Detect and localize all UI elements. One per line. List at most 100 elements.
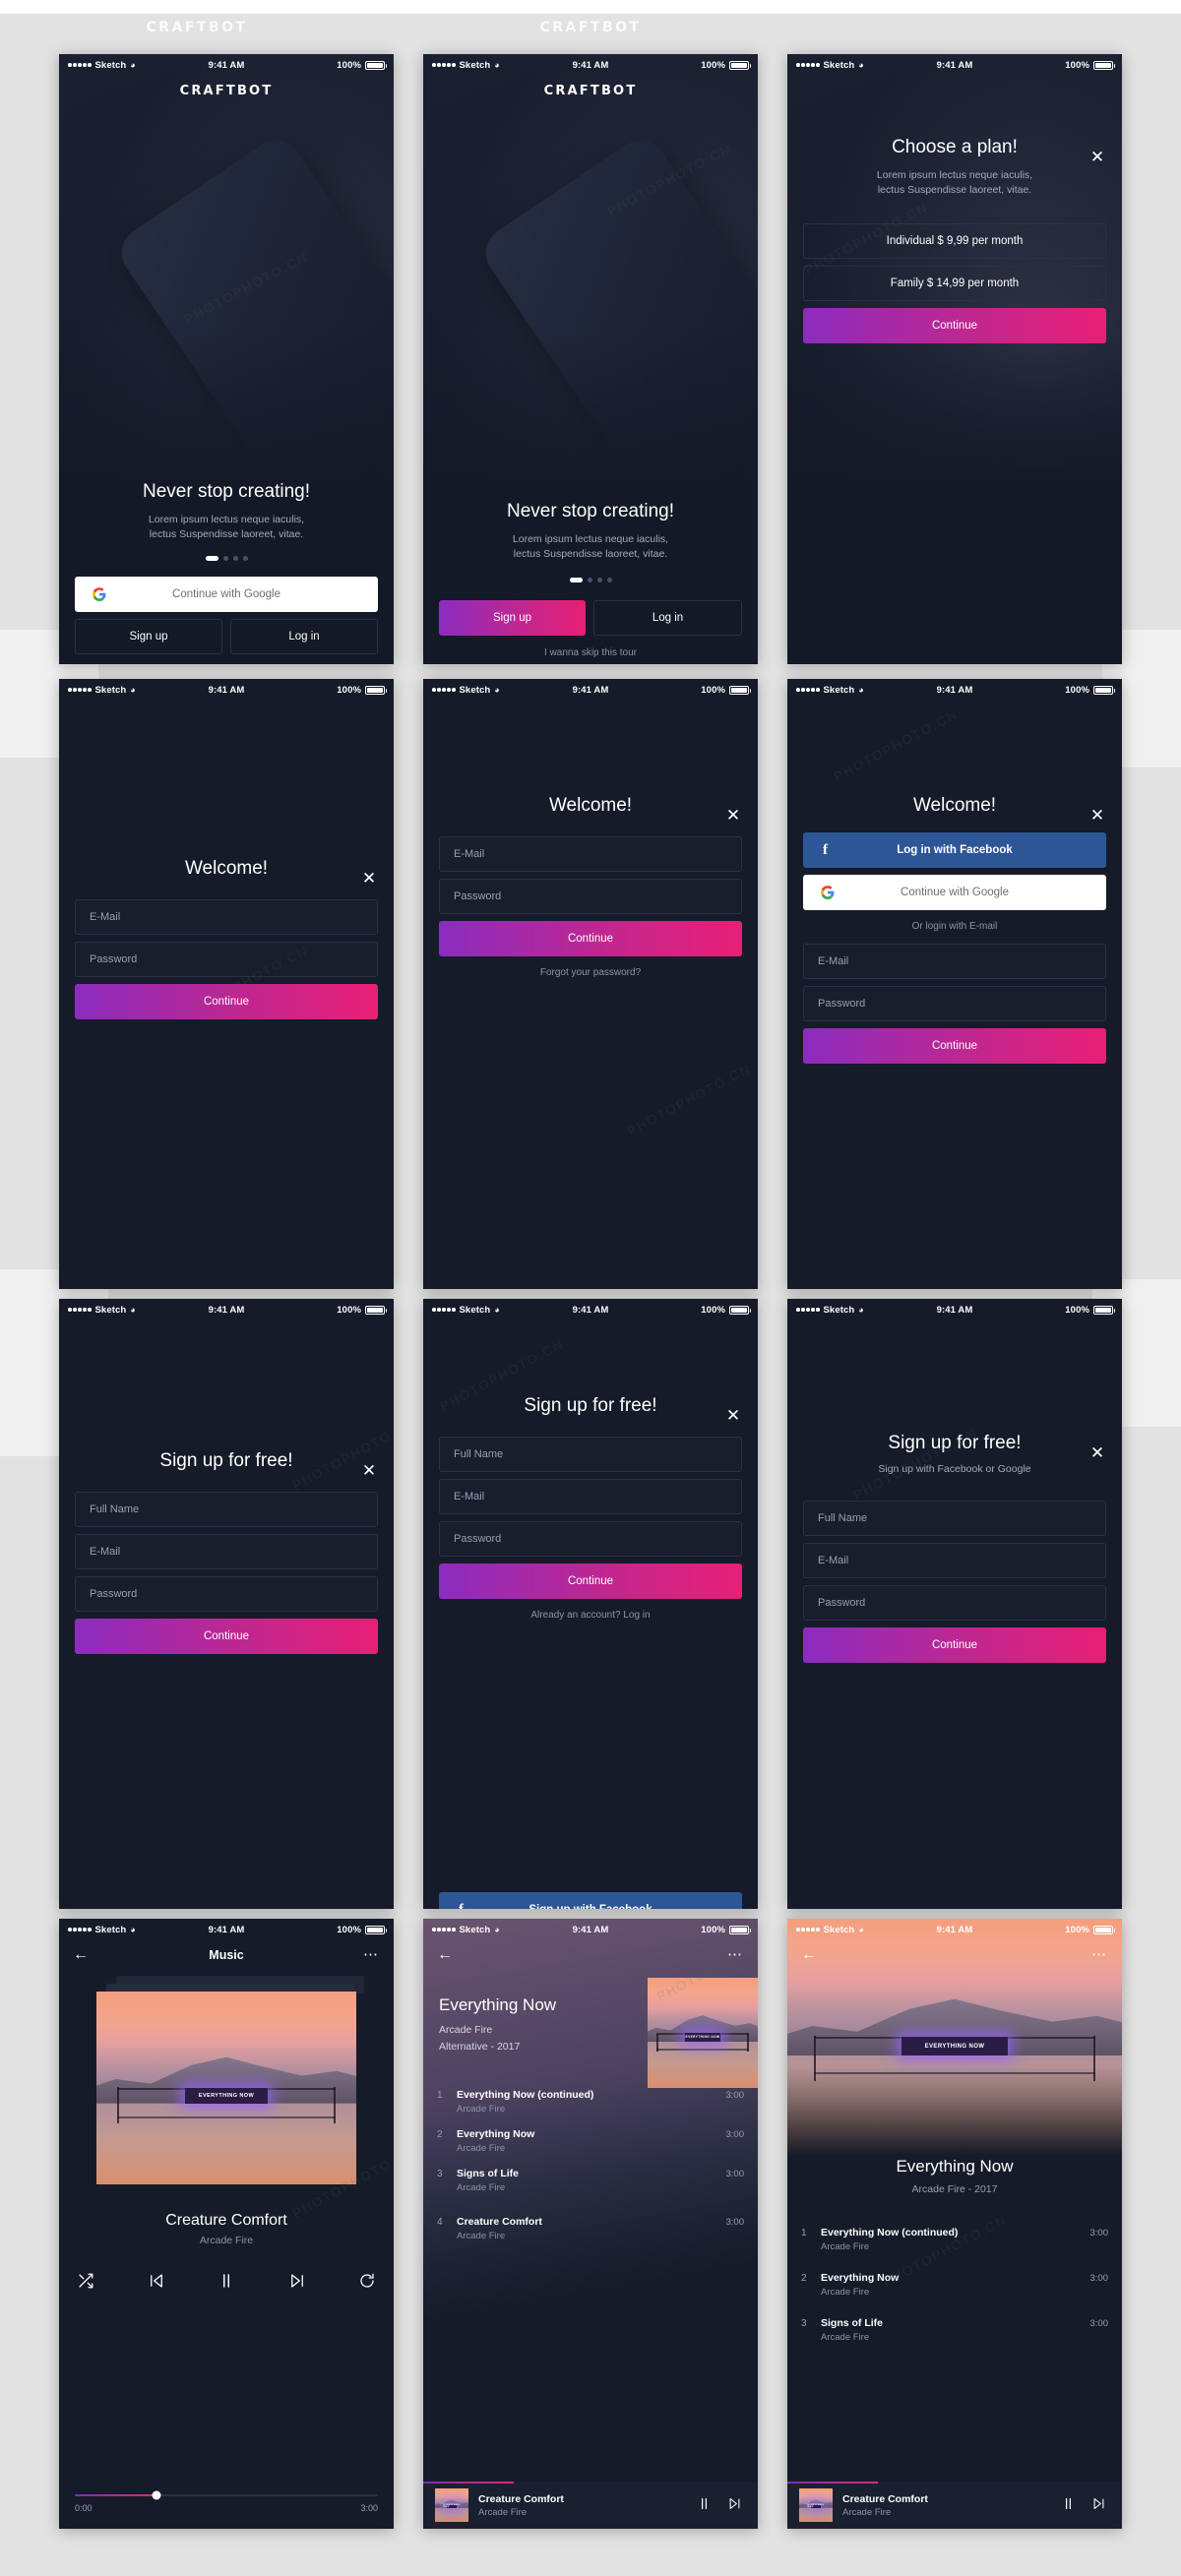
nav-bar: ← Music ⋯ [59,1940,394,1970]
carousel-dots[interactable] [75,556,378,561]
seek-bar[interactable] [75,2490,378,2500]
continue-button[interactable]: Continue [439,1564,742,1599]
mini-album-art[interactable]: EVERYTHING NOW [435,2488,468,2522]
signal-dots-icon [796,688,820,692]
carousel-dot[interactable] [587,578,592,583]
next-track-icon[interactable] [1091,2496,1106,2514]
close-icon[interactable]: ✕ [724,807,742,825]
pause-icon[interactable] [1061,2496,1076,2514]
back-arrow-icon[interactable]: ← [801,1946,817,1964]
close-icon[interactable]: ✕ [724,1407,742,1425]
mini-progress-bar[interactable] [787,2482,878,2484]
track-row[interactable]: 3 Signs of Life Arcade Fire 3:00 [423,2161,758,2200]
continue-button[interactable]: Continue [75,984,378,1019]
carrier-label: Sketch [823,59,855,71]
facebook-signup-button[interactable]: f Sign up with Facebook [439,1892,742,1909]
continue-button[interactable]: Continue [803,308,1106,343]
email-field[interactable]: E-Mail [803,1543,1106,1578]
more-options-icon[interactable]: ⋯ [363,1947,380,1962]
password-field[interactable]: Password [439,1521,742,1557]
log-in-button[interactable]: Log in [593,600,742,636]
plan-option-family[interactable]: Family $ 14,99 per month [803,266,1106,301]
carrier-label: Sketch [823,1924,855,1935]
password-field[interactable]: Password [439,879,742,914]
close-icon[interactable]: ✕ [1088,1444,1106,1462]
password-field[interactable]: Password [75,942,378,977]
track-row[interactable]: 4 Creature Comfort Arcade Fire 3:00 [423,2200,758,2248]
album-art[interactable]: EVERYTHING NOW [96,1992,356,2184]
login-link[interactable]: Already an account? Log in [439,1610,742,1621]
close-icon[interactable]: ✕ [360,1462,378,1480]
playback-controls [59,2272,394,2295]
carousel-dot[interactable] [606,578,612,583]
track-row[interactable]: 2 Everything Now Arcade Fire 3:00 [787,2262,1122,2307]
screen-album-detail-hero: EVERYTHING NOW Sketch ◕ 9:41 AM 100% ← ⋯… [787,1919,1122,2529]
sign-up-button[interactable]: Sign up [439,600,586,636]
continue-button[interactable]: Continue [75,1619,378,1654]
carrier-label: Sketch [94,684,127,696]
now-playing-title: Creature Comfort [165,2212,287,2229]
facebook-login-button[interactable]: f Log in with Facebook [803,832,1106,868]
track-name: Everything Now (continued) [457,2089,594,2101]
pause-icon[interactable] [218,2272,235,2295]
mini-track-artist: Arcade Fire [478,2506,528,2518]
back-arrow-icon[interactable]: ← [73,1946,89,1964]
password-field[interactable]: Password [803,1585,1106,1621]
carousel-dot[interactable] [222,556,228,561]
track-row[interactable]: 2 Everything Now Arcade Fire 3:00 [423,2121,758,2161]
carousel-dot-active[interactable] [569,578,583,583]
password-field[interactable]: Password [75,1576,378,1612]
continue-button[interactable]: Continue [803,1627,1106,1663]
track-row[interactable]: 1 Everything Now (continued) Arcade Fire… [423,2082,758,2121]
full-name-field[interactable]: Full Name [75,1492,378,1527]
next-track-icon[interactable] [727,2496,742,2514]
mini-album-art[interactable]: EVERYTHING NOW [799,2488,833,2522]
track-row[interactable]: 1 Everything Now (continued) Arcade Fire… [787,2217,1122,2262]
password-field[interactable]: Password [803,986,1106,1021]
full-name-field[interactable]: Full Name [803,1501,1106,1536]
seek-knob[interactable] [152,2490,161,2500]
mini-progress-bar[interactable] [423,2482,514,2484]
continue-button[interactable]: Continue [803,1028,1106,1064]
screen-signup-simple: Sketch ◕ 9:41 AM 100% ✕ Sign up for free… [59,1299,394,1909]
continue-with-google-button[interactable]: Continue with Google [75,577,378,612]
email-field[interactable]: E-Mail [75,899,378,935]
forgot-password-link[interactable]: Forgot your password? [439,967,742,978]
continue-button[interactable]: Continue [439,921,742,956]
back-arrow-icon[interactable]: ← [437,1946,453,1964]
shuffle-icon[interactable] [77,2272,94,2295]
log-in-button[interactable]: Log in [230,619,378,654]
more-options-icon[interactable]: ⋯ [727,1947,744,1962]
mini-track-artist: Arcade Fire [842,2506,892,2518]
pause-icon[interactable] [697,2496,712,2514]
email-field[interactable]: E-Mail [439,1479,742,1514]
repeat-icon[interactable] [358,2272,376,2295]
email-field[interactable]: E-Mail [803,944,1106,979]
carousel-dot[interactable] [242,556,248,561]
next-track-icon[interactable] [288,2272,306,2295]
track-number: 1 [437,2090,443,2101]
track-row[interactable]: 3 Signs of Life Arcade Fire 3:00 [787,2307,1122,2353]
more-options-icon[interactable]: ⋯ [1091,1947,1108,1962]
wifi-icon: ◕ [130,1305,136,1315]
close-icon[interactable]: ✕ [1088,149,1106,166]
skip-tour-link[interactable]: I wanna skip this tour [439,647,742,658]
carousel-dots[interactable] [439,578,742,583]
continue-label: Continue [567,1575,614,1587]
previous-track-icon[interactable] [148,2272,165,2295]
carousel-dot-active[interactable] [205,556,218,561]
email-field[interactable]: E-Mail [439,836,742,872]
subtitle-line-2: lectus Suspendisse laoreet, vitae. [149,528,304,540]
close-icon[interactable]: ✕ [360,870,378,888]
google-login-button[interactable]: Continue with Google [803,875,1106,910]
social-hint-label[interactable]: Sign up with Facebook or Google [803,1462,1106,1477]
email-field[interactable]: E-Mail [75,1534,378,1569]
carousel-dot[interactable] [232,556,238,561]
carrier-label: Sketch [459,1924,491,1935]
carousel-dot[interactable] [596,578,602,583]
close-icon[interactable]: ✕ [1088,807,1106,825]
plan-option-individual[interactable]: Individual $ 9,99 per month [803,223,1106,259]
album-art[interactable]: EVERYTHING NOW [648,1978,758,2088]
sign-up-button[interactable]: Sign up [75,619,222,654]
full-name-field[interactable]: Full Name [439,1437,742,1472]
